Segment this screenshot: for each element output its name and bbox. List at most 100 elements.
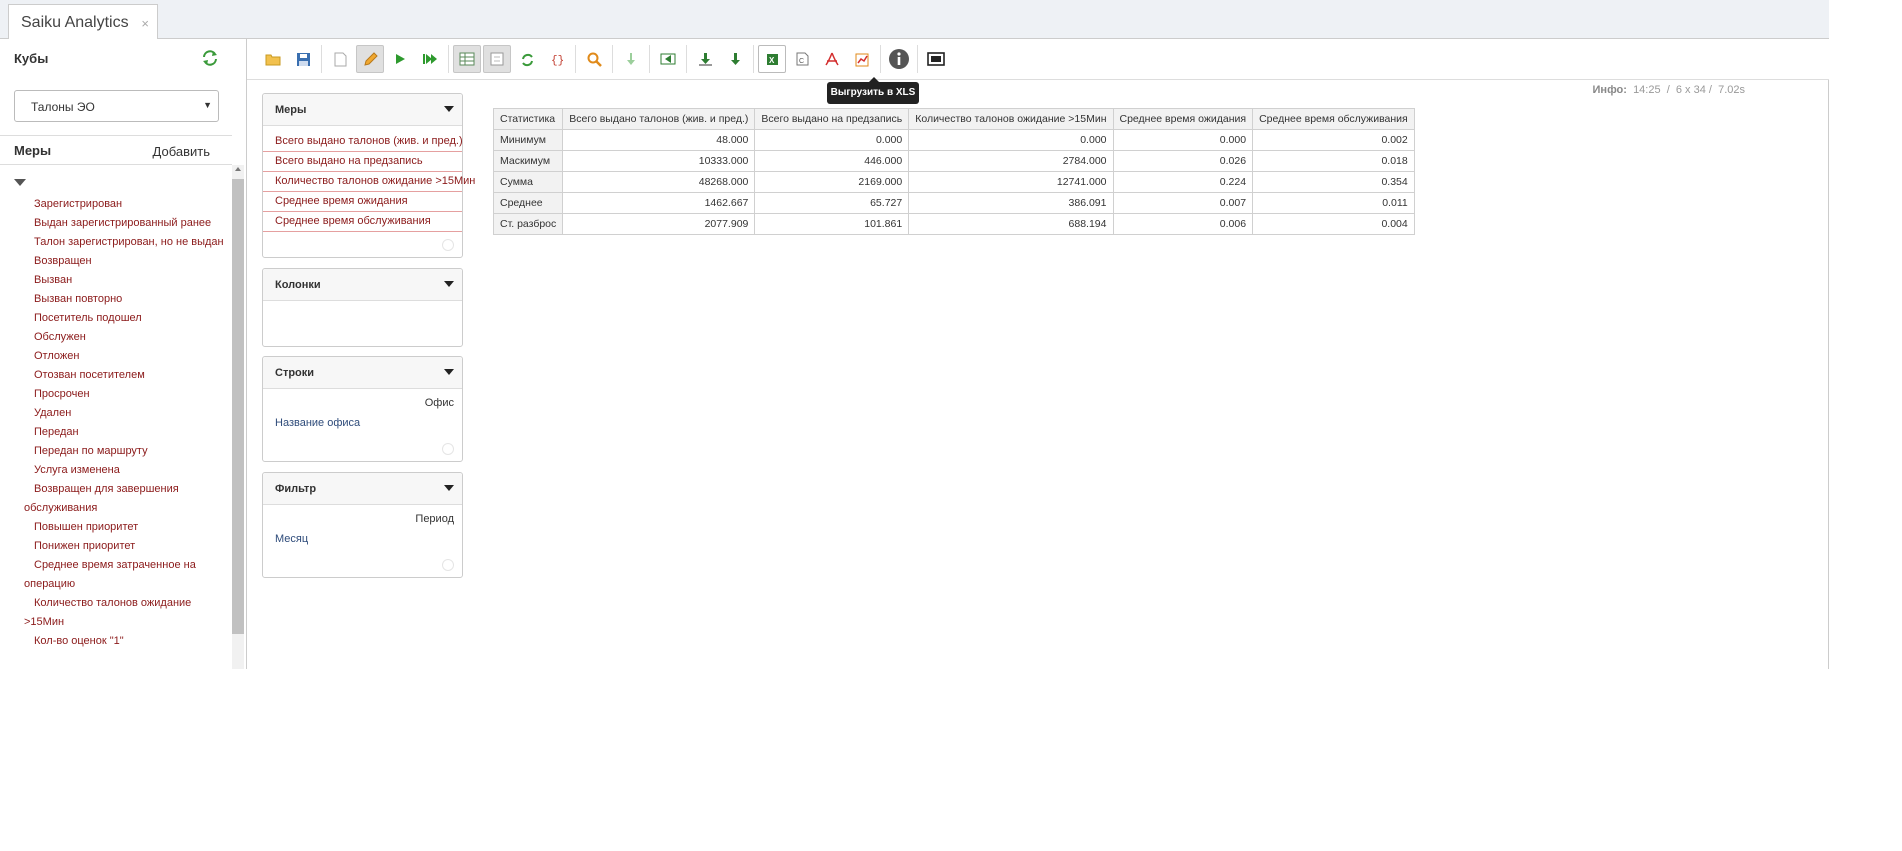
measure-tree-item[interactable]: Услуга изменена — [24, 461, 224, 480]
export-button[interactable] — [691, 45, 719, 73]
mdx-icon: {} — [551, 55, 564, 66]
measure-tree-item[interactable]: Количество талонов ожидание >15Мин — [24, 594, 224, 632]
info-button[interactable] — [885, 45, 913, 73]
tab-saiku-analytics[interactable]: Saiku Analytics × — [8, 4, 158, 40]
drill-across-icon — [660, 53, 676, 65]
measure-tree-item[interactable]: Удален — [24, 404, 224, 423]
caret-down-icon[interactable] — [444, 106, 454, 112]
zoom-button[interactable] — [580, 45, 608, 73]
measure-tree-item[interactable]: Вызван повторно — [24, 290, 224, 309]
column-header[interactable]: Среднее время обслуживания — [1252, 108, 1415, 130]
info-duration: 7.02s — [1718, 84, 1745, 96]
measure-tree-item[interactable]: Среднее время затраченное на операцию — [24, 556, 224, 594]
column-header[interactable]: Статистика — [492, 108, 564, 130]
hide-parents-button[interactable] — [453, 45, 481, 73]
add-measure-button[interactable]: Добавить — [153, 144, 210, 159]
measure-item[interactable]: Среднее время ожидания — [263, 192, 462, 212]
edit-button[interactable] — [356, 45, 384, 73]
column-header[interactable]: Количество талонов ожидание >15Мин — [908, 108, 1114, 130]
tree-expand-icon[interactable] — [14, 179, 26, 186]
table-cell: 0.224 — [1112, 171, 1254, 193]
row-header[interactable]: Среднее — [492, 192, 564, 214]
filter-panel: Фильтр Период Месяц — [262, 472, 463, 578]
export-all-button[interactable] — [721, 45, 749, 73]
info-label: Инфо: — [1592, 84, 1627, 96]
svg-text:{}: {} — [551, 55, 564, 66]
play-icon — [396, 54, 405, 64]
open-button[interactable] — [259, 45, 287, 73]
measure-item[interactable]: Среднее время обслуживания — [263, 212, 462, 232]
measure-tree-item[interactable]: Талон зарегистрирован, но не выдан — [24, 233, 224, 252]
cube-select[interactable]: Талоны ЭО ▼ — [14, 90, 219, 122]
measure-tree-item[interactable]: Передан по маршруту — [24, 442, 224, 461]
rows-panel-header[interactable]: Строки — [263, 357, 462, 389]
table-cell: 688.194 — [908, 213, 1114, 235]
export-pdf-button[interactable] — [818, 45, 846, 73]
export-image-button[interactable] — [848, 45, 876, 73]
svg-text:C: C — [799, 58, 804, 65]
columns-panel: Колонки — [262, 268, 463, 347]
row-header[interactable]: Маскимум — [492, 150, 564, 172]
export-csv-button[interactable]: C — [788, 45, 816, 73]
non-empty-button[interactable] — [483, 45, 511, 73]
panel-corner-icon — [442, 559, 454, 571]
caret-down-icon[interactable] — [444, 281, 454, 287]
measure-tree-item[interactable]: Кол-во оценок "1" — [24, 632, 224, 651]
measure-item[interactable]: Всего выдано на предзапись — [263, 152, 462, 172]
empty-cells-icon — [490, 52, 504, 66]
auto-run-button[interactable] — [416, 45, 444, 73]
swap-axis-button[interactable] — [513, 45, 541, 73]
table-cell: 0.000 — [754, 129, 910, 151]
row-header[interactable]: Ст. разброс — [492, 213, 564, 235]
column-header[interactable]: Всего выдано на предзапись — [754, 108, 910, 130]
table-cell: 48.000 — [562, 129, 756, 151]
measure-tree-item[interactable]: Вызван — [24, 271, 224, 290]
measure-item[interactable]: Всего выдано талонов (жив. и пред.) — [263, 132, 463, 152]
measure-tree-item[interactable]: Посетитель подошел — [24, 309, 224, 328]
close-icon[interactable]: × — [141, 16, 149, 31]
columns-panel-header[interactable]: Колонки — [263, 269, 462, 301]
drill-down-button[interactable] — [617, 45, 645, 73]
rows-level-item[interactable]: Название офиса — [275, 417, 360, 429]
measure-tree-item[interactable]: Отложен — [24, 347, 224, 366]
run-button[interactable] — [386, 45, 414, 73]
drill-across-button[interactable] — [654, 45, 682, 73]
measure-tree-item[interactable]: Возвращен — [24, 252, 224, 271]
caret-down-icon[interactable] — [444, 369, 454, 375]
row-header[interactable]: Сумма — [492, 171, 564, 193]
table-cell: 0.006 — [1112, 213, 1254, 235]
measure-tree-item[interactable]: Понижен приоритет — [24, 537, 224, 556]
table-icon — [459, 52, 475, 66]
csv-icon: C — [796, 52, 808, 66]
measure-tree-item[interactable]: Зарегистрирован — [24, 195, 224, 214]
measure-item[interactable]: Количество талонов ожидание >15Мин — [263, 172, 475, 192]
measure-tree-item[interactable]: Передан — [24, 423, 224, 442]
rows-panel: Строки Офис Название офиса — [262, 356, 463, 462]
measure-tree-item[interactable]: Отозван посетителем — [24, 366, 224, 385]
row-header[interactable]: Минимум — [492, 129, 564, 151]
presentation-button[interactable] — [922, 45, 950, 73]
magnifier-icon — [587, 52, 602, 67]
measure-tree-item[interactable]: Обслужен — [24, 328, 224, 347]
caret-down-icon[interactable] — [444, 485, 454, 491]
filter-panel-header[interactable]: Фильтр — [263, 473, 462, 505]
measure-tree-item[interactable]: Просрочен — [24, 385, 224, 404]
export-xls-button[interactable]: X — [758, 45, 786, 73]
measure-tree-item[interactable]: Выдан зарегистрированный ранее — [24, 214, 224, 233]
table-cell: 0.007 — [1112, 192, 1254, 214]
save-button[interactable] — [289, 45, 317, 73]
table-cell: 386.091 — [908, 192, 1114, 214]
measure-tree-item[interactable]: Возвращен для завершения обслуживания — [24, 480, 224, 518]
sidebar-scroll-thumb[interactable] — [232, 179, 244, 634]
table-cell: 0.002 — [1252, 129, 1415, 151]
column-header[interactable]: Среднее время ожидания — [1112, 108, 1254, 130]
refresh-icon[interactable] — [201, 49, 219, 67]
column-header[interactable]: Всего выдано талонов (жив. и пред.) — [562, 108, 756, 130]
new-query-button[interactable] — [326, 45, 354, 73]
mdx-button[interactable]: {} — [543, 45, 571, 73]
measures-panel-header[interactable]: Меры — [263, 94, 462, 126]
measure-tree-item[interactable]: Повышен приоритет — [24, 518, 224, 537]
scroll-up-icon[interactable] — [235, 167, 241, 171]
filter-level-item[interactable]: Месяц — [275, 533, 308, 545]
measures-panel: Меры Всего выдано талонов (жив. и пред.)… — [262, 93, 475, 258]
